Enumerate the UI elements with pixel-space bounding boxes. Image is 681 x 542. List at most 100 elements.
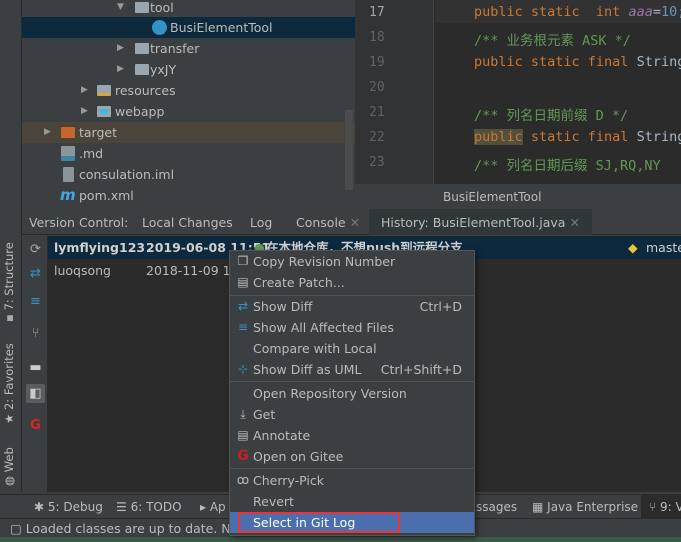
tree-item-webapp[interactable]: ▶ webapp [22, 101, 355, 122]
tree-item-md[interactable]: .md [22, 143, 355, 164]
code-line-23: /** 列名日期后缀 SJ,RQ,NY [474, 158, 661, 174]
expand-right-icon[interactable]: ▶ [117, 38, 124, 59]
menu-item-open-repo-version[interactable]: Open Repository Version [230, 383, 474, 404]
uml-icon: ⊹ [237, 362, 249, 376]
refresh-icon[interactable]: ⟳ [26, 240, 45, 259]
annotation-highlight-box [238, 512, 400, 533]
tree-label: consulation.iml [79, 167, 175, 182]
table-icon: ▦ [532, 500, 548, 514]
todo-tool-button[interactable]: ☰ 6: TODO [116, 495, 182, 519]
menu-separator [230, 381, 474, 382]
line-number: 19 [369, 55, 385, 70]
java-enterprise-tool-button[interactable]: ▦ Java Enterprise [532, 495, 638, 519]
code-line-21: /** 列名日期前缀 D */ [474, 108, 629, 124]
copy-icon: ❐ [237, 254, 249, 268]
left-tool-strip: ▪ 7: Structure ★ 2: Favorites ◍ Web [0, 0, 22, 492]
debug-tool-button[interactable]: ✱ 5: Debug [34, 495, 103, 519]
diff-icon[interactable]: ⇄ [26, 264, 45, 283]
close-icon[interactable]: ✕ [350, 215, 360, 230]
line-number: 17 [369, 5, 385, 20]
tree-item-pom[interactable]: m pom.xml [22, 185, 355, 206]
tree-label: yxJY [150, 62, 177, 77]
structure-label: 7: Structure [2, 242, 16, 311]
expand-right-icon[interactable]: ▶ [117, 59, 124, 80]
tab-history[interactable]: History: BusiElementTool.java ✕ [369, 209, 592, 235]
messages-tool-button[interactable]: ssages [476, 495, 517, 519]
project-tree: ▼ tool BusiElementTool ▶ transfer ▶ yxJY ▶ r… [22, 0, 355, 207]
tree-item-iml[interactable]: consulation.iml [22, 164, 355, 185]
menu-item-open-gitee[interactable]: G Open on Gitee [230, 446, 474, 467]
web-tool-button[interactable]: ◍ Web [2, 447, 16, 486]
menu-item-show-diff[interactable]: ⇄ Show Diff Ctrl+D [230, 296, 474, 317]
diff-icon: ⇄ [237, 299, 249, 313]
web-label: Web [2, 447, 16, 473]
expand-right-icon[interactable]: ▶ [44, 122, 51, 143]
tab-console[interactable]: Console ✕ [296, 209, 360, 235]
web-folder-icon [97, 106, 111, 117]
tree-item-tool[interactable]: ▼ tool [22, 0, 355, 18]
vcs-icon: ⑂ [649, 500, 661, 514]
favorites-label: 2: Favorites [2, 343, 16, 411]
status-icon: ▢ [10, 521, 22, 536]
tree-label: BusiElementTool [170, 20, 273, 35]
code-line-18: /** 业务根元素 ASK */ [474, 33, 631, 49]
version-control-label: Version Control: [29, 215, 129, 230]
maven-icon: m [60, 186, 76, 204]
tree-item-resources[interactable]: ▶ resources [22, 80, 355, 101]
tree-item-yxjy[interactable]: ▶ yxJY [22, 59, 355, 80]
close-icon[interactable]: ✕ [569, 215, 579, 230]
java-class-icon [152, 20, 167, 35]
package-folder-icon [135, 64, 149, 75]
version-control-tool-button[interactable]: ⑂ 9: V [641, 495, 681, 519]
expand-down-icon[interactable]: ▼ [117, 0, 124, 18]
resources-folder-icon [97, 85, 111, 96]
menu-item-get[interactable]: ⤓ Get [230, 404, 474, 425]
tree-item-transfer[interactable]: ▶ transfer [22, 38, 355, 59]
layout-split-icon[interactable]: ◧ [26, 384, 45, 403]
annotate-icon: ▤ [237, 428, 249, 442]
menu-item-annotate[interactable]: ▤ Annotate [230, 425, 474, 446]
menu-separator [230, 468, 474, 469]
tree-scrollbar[interactable] [345, 110, 353, 190]
menu-item-cherry-pick[interactable]: ꝏ Cherry-Pick [230, 470, 474, 491]
expand-right-icon[interactable]: ▶ [81, 80, 88, 101]
tab-log[interactable]: Log [250, 209, 272, 235]
menu-item-compare-local[interactable]: Compare with Local [230, 338, 474, 359]
run-icon: ▸ [200, 500, 210, 514]
author: luoqsong [54, 263, 111, 278]
menu-item-copy-revision[interactable]: ❐ Copy Revision Number [230, 251, 474, 272]
menu-item-diff-uml[interactable]: ⊹ Show Diff as UML Ctrl+Shift+D [230, 359, 474, 380]
gitee-icon: G [237, 448, 249, 464]
line-number: 20 [369, 80, 385, 95]
menu-item-create-patch[interactable]: ▤ Create Patch... [230, 272, 474, 293]
expand-right-icon[interactable]: ▶ [81, 101, 88, 122]
star-icon: ★ [2, 410, 16, 424]
patch-icon: ▤ [237, 275, 249, 289]
affected-files-icon[interactable]: ≡ [26, 292, 45, 311]
breadcrumb-tooltip: BusiElementTool [355, 184, 681, 208]
code-line-22: public static final String [474, 129, 681, 145]
line-number: 23 [369, 155, 385, 170]
favorites-tool-button[interactable]: ★ 2: Favorites [2, 343, 16, 424]
package-folder-icon [135, 2, 149, 13]
gitee-icon[interactable]: G [26, 416, 45, 435]
tool-window-tabs: Version Control: Local Changes Log Conso… [22, 209, 681, 235]
line-number: 22 [369, 130, 385, 145]
menu-item-show-affected[interactable]: ≡ Show All Affected Files [230, 317, 474, 338]
tree-item-target[interactable]: ▶ target [22, 122, 355, 143]
code-line-17: public static int aaa=10; [474, 4, 681, 20]
markdown-file-icon [61, 146, 75, 161]
tab-local-changes[interactable]: Local Changes [142, 209, 233, 235]
code-editor[interactable]: 17 18 19 20 21 22 23 public static int a… [355, 0, 681, 184]
globe-icon: ◍ [2, 472, 16, 486]
layout-top-icon[interactable]: ▬ [26, 358, 45, 377]
tree-item-busielementtool[interactable]: BusiElementTool [22, 17, 355, 38]
tree-label: resources [115, 83, 176, 98]
branch-icon[interactable]: ⑂ [26, 324, 45, 343]
app-tool-button[interactable]: ▸ Ap [200, 495, 226, 519]
os-taskbar [0, 537, 681, 542]
menu-item-select-in-git-log[interactable]: Select in Git Log [230, 512, 474, 533]
structure-tool-button[interactable]: ▪ 7: Structure [2, 242, 16, 322]
menu-item-revert[interactable]: Revert [230, 491, 474, 512]
tag-icon: ◆ [628, 240, 638, 255]
